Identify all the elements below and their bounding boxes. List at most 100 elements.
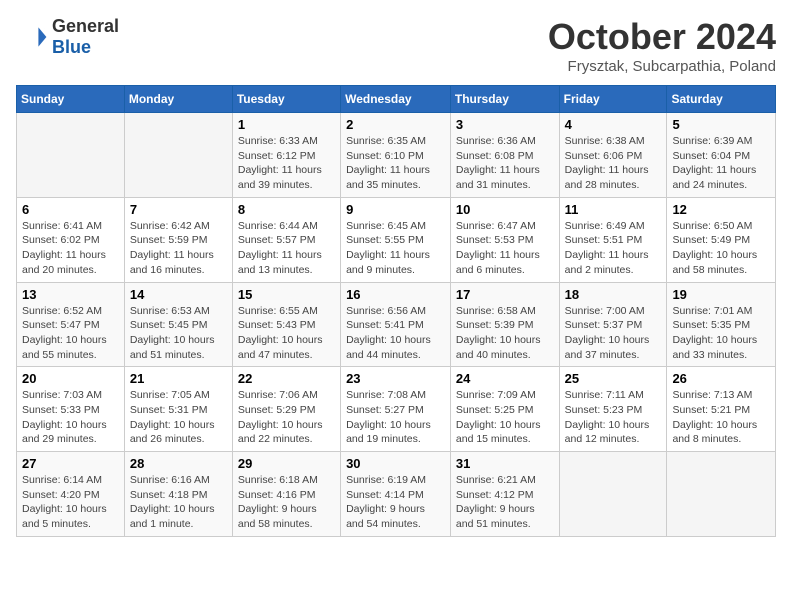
day-info: Sunrise: 6:39 AM Sunset: 6:04 PM Dayligh… — [672, 134, 770, 193]
day-number: 13 — [22, 287, 119, 302]
day-info: Sunrise: 6:14 AM Sunset: 4:20 PM Dayligh… — [22, 473, 119, 532]
calendar-cell: 6 Sunrise: 6:41 AM Sunset: 6:02 PM Daylig… — [17, 197, 125, 282]
calendar-cell: 27 Sunrise: 6:14 AM Sunset: 4:20 PM Dayli… — [17, 452, 125, 537]
day-number: 17 — [456, 287, 554, 302]
calendar-week-row: 20Sunrise: 7:03 AM Sunset: 5:33 PM Dayli… — [17, 367, 776, 452]
day-number: 27 — [22, 456, 119, 471]
day-number: 26 — [672, 371, 770, 386]
calendar-cell: 2 Sunrise: 6:35 AM Sunset: 6:10 PM Daylig… — [341, 113, 451, 198]
day-info: Sunrise: 6:49 AM Sunset: 5:51 PM Dayligh… — [565, 219, 662, 278]
calendar-cell: 18 Sunrise: 7:00 AM Sunset: 5:37 PM Dayli… — [559, 282, 667, 367]
day-number: 19 — [672, 287, 770, 302]
calendar-cell: 29Sunrise: 6:18 AM Sunset: 4:16 PM Dayli… — [232, 452, 340, 537]
calendar-cell: 4 Sunrise: 6:38 AM Sunset: 6:06 PM Daylig… — [559, 113, 667, 198]
day-info: Sunrise: 7:09 AM Sunset: 5:25 PM Dayligh… — [456, 388, 554, 447]
day-info: Sunrise: 6:38 AM Sunset: 6:06 PM Dayligh… — [565, 134, 662, 193]
weekday-header: Saturday — [667, 86, 776, 113]
logo: General Blue — [16, 16, 119, 58]
day-info: Sunrise: 6:35 AM Sunset: 6:10 PM Dayligh… — [346, 134, 445, 193]
day-number: 10 — [456, 202, 554, 217]
calendar-week-row: 6 Sunrise: 6:41 AM Sunset: 6:02 PM Daylig… — [17, 197, 776, 282]
calendar-cell — [667, 452, 776, 537]
day-info: Sunrise: 7:00 AM Sunset: 5:37 PM Dayligh… — [565, 304, 662, 363]
logo-text: General Blue — [52, 16, 119, 58]
day-info: Sunrise: 6:52 AM Sunset: 5:47 PM Dayligh… — [22, 304, 119, 363]
day-number: 14 — [130, 287, 227, 302]
calendar-cell: 31Sunrise: 6:21 AM Sunset: 4:12 PM Dayli… — [450, 452, 559, 537]
calendar-week-row: 1Sunrise: 6:33 AM Sunset: 6:12 PM Daylig… — [17, 113, 776, 198]
day-number: 3 — [456, 117, 554, 132]
calendar-cell: 5 Sunrise: 6:39 AM Sunset: 6:04 PM Daylig… — [667, 113, 776, 198]
weekday-header: Tuesday — [232, 86, 340, 113]
calendar-cell: 24 Sunrise: 7:09 AM Sunset: 5:25 PM Dayli… — [450, 367, 559, 452]
day-info: Sunrise: 6:16 AM Sunset: 4:18 PM Dayligh… — [130, 473, 227, 532]
weekday-header: Friday — [559, 86, 667, 113]
calendar-cell: 26 Sunrise: 7:13 AM Sunset: 5:21 PM Dayli… — [667, 367, 776, 452]
day-info: Sunrise: 6:53 AM Sunset: 5:45 PM Dayligh… — [130, 304, 227, 363]
weekday-header: Monday — [124, 86, 232, 113]
day-info: Sunrise: 7:08 AM Sunset: 5:27 PM Dayligh… — [346, 388, 445, 447]
calendar-cell: 3Sunrise: 6:36 AM Sunset: 6:08 PM Daylig… — [450, 113, 559, 198]
day-info: Sunrise: 6:55 AM Sunset: 5:43 PM Dayligh… — [238, 304, 335, 363]
calendar-cell: 11 Sunrise: 6:49 AM Sunset: 5:51 PM Dayli… — [559, 197, 667, 282]
location-subtitle: Frysztak, Subcarpathia, Poland — [548, 58, 776, 75]
day-info: Sunrise: 7:01 AM Sunset: 5:35 PM Dayligh… — [672, 304, 770, 363]
day-number: 28 — [130, 456, 227, 471]
day-number: 30 — [346, 456, 445, 471]
day-number: 21 — [130, 371, 227, 386]
day-info: Sunrise: 6:47 AM Sunset: 5:53 PM Dayligh… — [456, 219, 554, 278]
page-header: General Blue October 2024 Frysztak, Subc… — [16, 16, 776, 75]
day-info: Sunrise: 6:56 AM Sunset: 5:41 PM Dayligh… — [346, 304, 445, 363]
day-info: Sunrise: 7:05 AM Sunset: 5:31 PM Dayligh… — [130, 388, 227, 447]
calendar-cell: 17 Sunrise: 6:58 AM Sunset: 5:39 PM Dayli… — [450, 282, 559, 367]
weekday-header: Thursday — [450, 86, 559, 113]
calendar-cell: 9 Sunrise: 6:45 AM Sunset: 5:55 PM Daylig… — [341, 197, 451, 282]
calendar-cell: 12 Sunrise: 6:50 AM Sunset: 5:49 PM Dayli… — [667, 197, 776, 282]
calendar-cell: 21 Sunrise: 7:05 AM Sunset: 5:31 PM Dayli… — [124, 367, 232, 452]
day-number: 5 — [672, 117, 770, 132]
title-block: October 2024 Frysztak, Subcarpathia, Pol… — [548, 16, 776, 75]
calendar-cell: 10 Sunrise: 6:47 AM Sunset: 5:53 PM Dayli… — [450, 197, 559, 282]
day-number: 25 — [565, 371, 662, 386]
calendar-cell: 28 Sunrise: 6:16 AM Sunset: 4:18 PM Dayli… — [124, 452, 232, 537]
calendar-table: SundayMondayTuesdayWednesdayThursdayFrid… — [16, 85, 776, 537]
day-number: 16 — [346, 287, 445, 302]
day-info: Sunrise: 6:58 AM Sunset: 5:39 PM Dayligh… — [456, 304, 554, 363]
day-info: Sunrise: 6:41 AM Sunset: 6:02 PM Dayligh… — [22, 219, 119, 278]
day-info: Sunrise: 7:06 AM Sunset: 5:29 PM Dayligh… — [238, 388, 335, 447]
day-number: 6 — [22, 202, 119, 217]
calendar-cell — [17, 113, 125, 198]
calendar-cell — [559, 452, 667, 537]
day-info: Sunrise: 7:11 AM Sunset: 5:23 PM Dayligh… — [565, 388, 662, 447]
calendar-cell: 16 Sunrise: 6:56 AM Sunset: 5:41 PM Dayli… — [341, 282, 451, 367]
day-info: Sunrise: 7:13 AM Sunset: 5:21 PM Dayligh… — [672, 388, 770, 447]
day-number: 2 — [346, 117, 445, 132]
day-info: Sunrise: 6:33 AM Sunset: 6:12 PM Dayligh… — [238, 134, 335, 193]
calendar-cell: 14 Sunrise: 6:53 AM Sunset: 5:45 PM Dayli… — [124, 282, 232, 367]
day-number: 9 — [346, 202, 445, 217]
day-number: 11 — [565, 202, 662, 217]
logo-icon — [16, 21, 48, 53]
calendar-cell: 20Sunrise: 7:03 AM Sunset: 5:33 PM Dayli… — [17, 367, 125, 452]
day-number: 31 — [456, 456, 554, 471]
day-info: Sunrise: 6:19 AM Sunset: 4:14 PM Dayligh… — [346, 473, 445, 532]
day-info: Sunrise: 6:45 AM Sunset: 5:55 PM Dayligh… — [346, 219, 445, 278]
calendar-cell: 8Sunrise: 6:44 AM Sunset: 5:57 PM Daylig… — [232, 197, 340, 282]
calendar-week-row: 13 Sunrise: 6:52 AM Sunset: 5:47 PM Dayli… — [17, 282, 776, 367]
logo-general-text: General — [52, 16, 119, 37]
calendar-cell: 30 Sunrise: 6:19 AM Sunset: 4:14 PM Dayli… — [341, 452, 451, 537]
calendar-cell: 1Sunrise: 6:33 AM Sunset: 6:12 PM Daylig… — [232, 113, 340, 198]
calendar-cell: 13 Sunrise: 6:52 AM Sunset: 5:47 PM Dayli… — [17, 282, 125, 367]
day-number: 22 — [238, 371, 335, 386]
day-number: 7 — [130, 202, 227, 217]
day-number: 18 — [565, 287, 662, 302]
day-info: Sunrise: 6:50 AM Sunset: 5:49 PM Dayligh… — [672, 219, 770, 278]
calendar-cell: 25 Sunrise: 7:11 AM Sunset: 5:23 PM Dayli… — [559, 367, 667, 452]
day-info: Sunrise: 6:44 AM Sunset: 5:57 PM Dayligh… — [238, 219, 335, 278]
day-number: 29 — [238, 456, 335, 471]
day-number: 24 — [456, 371, 554, 386]
day-number: 4 — [565, 117, 662, 132]
day-number: 12 — [672, 202, 770, 217]
day-number: 15 — [238, 287, 335, 302]
calendar-cell — [124, 113, 232, 198]
